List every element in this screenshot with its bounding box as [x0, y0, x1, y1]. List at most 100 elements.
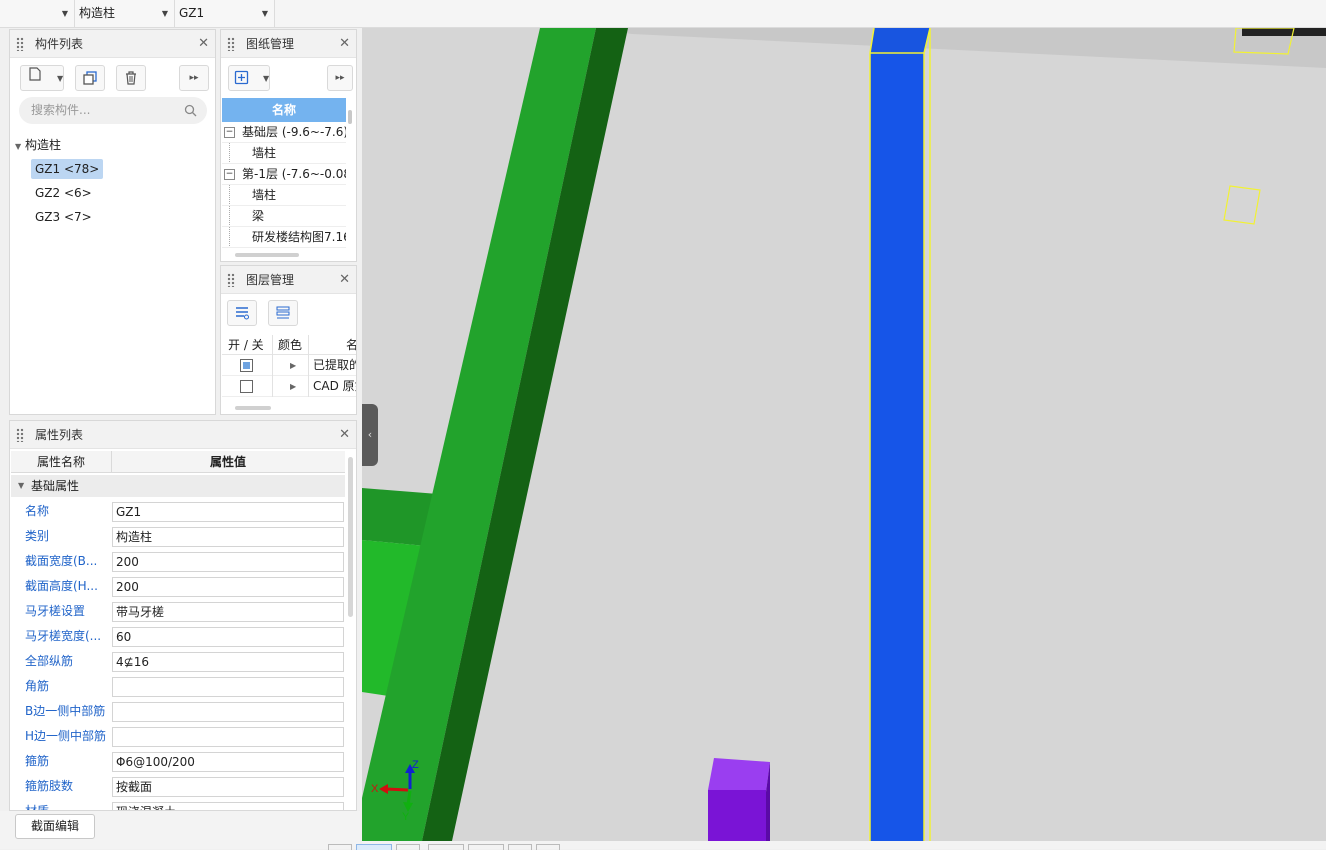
- component-item-gz3[interactable]: GZ3 <7>: [35, 207, 92, 227]
- double-arrow-right-icon: ▸▸: [189, 73, 199, 83]
- property-row: 箍筋 Φ6@100/200: [11, 749, 345, 774]
- drawing-row-floor[interactable]: − 基础层 (-9.6~-7.6): [222, 122, 346, 143]
- double-arrow-right-icon: ▸▸: [335, 73, 345, 83]
- component-item-gz1[interactable]: GZ1 <78>: [31, 159, 104, 179]
- more-button[interactable]: ▸▸: [327, 65, 353, 91]
- more-button[interactable]: ▸▸: [179, 65, 209, 91]
- section-edit-button[interactable]: 截面编辑: [15, 814, 95, 839]
- add-drawing-icon: [234, 70, 249, 85]
- property-value-field[interactable]: 带马牙槎: [112, 602, 344, 622]
- drawing-row-item[interactable]: 研发楼结构图7.16: [222, 227, 346, 248]
- scrollbar-horizontal[interactable]: [235, 406, 271, 410]
- expand-icon[interactable]: ▶: [290, 355, 296, 376]
- 3d-viewport[interactable]: Z X Y: [362, 28, 1326, 841]
- property-row: 截面宽度(B... 200: [11, 549, 345, 574]
- property-value-field[interactable]: 构造柱: [112, 527, 344, 547]
- panel-title: 构件列表: [35, 37, 84, 51]
- property-group-basic[interactable]: ▼ 基础属性: [11, 475, 345, 497]
- property-name: 类别: [25, 529, 50, 543]
- property-name: 全部纵筋: [25, 654, 74, 668]
- type-select[interactable]: 构造柱 ▼: [75, 0, 175, 27]
- property-group-label: 基础属性: [31, 479, 80, 493]
- drag-handle-icon[interactable]: [16, 428, 24, 442]
- property-value-field[interactable]: GZ1: [112, 502, 344, 522]
- drawing-row-label: 墙柱: [252, 188, 277, 202]
- property-value-field[interactable]: 200: [112, 552, 344, 572]
- filter-dropdown[interactable]: ▼: [0, 0, 75, 27]
- new-component-button[interactable]: ▼: [20, 65, 64, 91]
- component-item-gz2[interactable]: GZ2 <6>: [35, 183, 92, 203]
- property-value-field[interactable]: [112, 677, 344, 697]
- drag-handle-icon[interactable]: [227, 273, 235, 287]
- collapse-icon[interactable]: −: [224, 127, 235, 138]
- chevron-down-icon[interactable]: ▼: [57, 67, 63, 91]
- search-input[interactable]: 搜索构件...: [19, 97, 207, 124]
- delete-component-button[interactable]: [116, 65, 146, 91]
- close-icon[interactable]: ✕: [339, 421, 350, 449]
- property-row: H边一侧中部筋: [11, 724, 345, 749]
- close-icon[interactable]: ✕: [339, 266, 350, 294]
- expand-icon[interactable]: ▶: [290, 376, 296, 397]
- drawing-row-label: 梁: [252, 209, 265, 223]
- chevron-down-icon[interactable]: ▼: [263, 67, 269, 91]
- collapse-icon[interactable]: −: [224, 169, 235, 180]
- col-property-value: 属性值: [209, 455, 246, 469]
- drawing-row-item[interactable]: 墙柱: [222, 143, 346, 164]
- scrollbar-horizontal[interactable]: [235, 253, 299, 257]
- axis-label-y: Y: [402, 811, 410, 823]
- tree-category-label: 构造柱: [24, 138, 61, 152]
- layer-show-button[interactable]: [227, 300, 257, 326]
- property-value-field[interactable]: 按截面: [112, 777, 344, 797]
- status-tab[interactable]: [428, 844, 464, 850]
- name-select[interactable]: GZ1 ▼: [175, 0, 275, 27]
- status-tab[interactable]: [356, 844, 392, 850]
- property-value-field[interactable]: 200: [112, 577, 344, 597]
- scrollbar-vertical[interactable]: [348, 110, 352, 124]
- property-value-field[interactable]: [112, 727, 344, 747]
- drawing-row-item[interactable]: 墙柱: [222, 185, 346, 206]
- property-value-field[interactable]: [112, 702, 344, 722]
- layer-visible-checkbox[interactable]: [240, 380, 253, 393]
- status-tab[interactable]: [508, 844, 532, 850]
- status-tab[interactable]: [328, 844, 352, 850]
- panel-header[interactable]: 属性列表 ✕: [10, 421, 356, 449]
- new-file-icon: [29, 67, 41, 81]
- copy-component-button[interactable]: [75, 65, 105, 91]
- status-tab[interactable]: [468, 844, 504, 850]
- drawing-row-label: 第-1层 (-7.6~-0.08: [242, 167, 346, 181]
- drawing-row-label: 基础层 (-9.6~-7.6): [242, 125, 346, 139]
- collapse-panel-handle[interactable]: ‹: [362, 404, 378, 466]
- import-drawing-button[interactable]: ▼: [228, 65, 270, 91]
- component-item-label: GZ1 <78>: [35, 162, 100, 176]
- property-value-field[interactable]: Φ6@100/200: [112, 752, 344, 772]
- purple-column-top: [708, 758, 770, 792]
- property-value-field[interactable]: 60: [112, 627, 344, 647]
- drawing-row-floor[interactable]: − 第-1层 (-7.6~-0.08: [222, 164, 346, 185]
- panel-header[interactable]: 构件列表 ✕: [10, 30, 215, 58]
- close-icon[interactable]: ✕: [198, 30, 209, 58]
- panel-header[interactable]: 图纸管理 ✕: [221, 30, 356, 58]
- close-icon[interactable]: ✕: [339, 30, 350, 58]
- layer-visible-checkbox[interactable]: [240, 359, 253, 372]
- chevron-down-icon: ▼: [161, 9, 168, 18]
- layer-hide-button[interactable]: [268, 300, 298, 326]
- property-value-field[interactable]: 现浇混凝土: [112, 802, 344, 810]
- column-header-name[interactable]: 名称: [222, 98, 346, 122]
- status-tab[interactable]: [396, 844, 420, 850]
- panel-header[interactable]: 图层管理 ✕: [221, 266, 356, 294]
- tree-category-node[interactable]: ▼ 构造柱: [15, 135, 61, 155]
- chevron-down-icon: ▼: [261, 9, 268, 18]
- property-name: H边一侧中部筋: [25, 729, 107, 743]
- layer-row[interactable]: ▶ CAD 原如: [222, 376, 356, 397]
- scrollbar-vertical[interactable]: [348, 457, 353, 617]
- property-value-field[interactable]: 4⊈16: [112, 652, 344, 672]
- drawing-row-item[interactable]: 梁: [222, 206, 346, 227]
- property-row: B边一侧中部筋: [11, 699, 345, 724]
- property-list-panel: 属性列表 ✕ 属性名称 属性值 ▼ 基础属性 名称 GZ1 类别 构造柱 截面宽度(…: [9, 420, 357, 811]
- status-tab[interactable]: [536, 844, 560, 850]
- drag-handle-icon[interactable]: [16, 37, 24, 51]
- axis-label-z: Z: [412, 759, 419, 771]
- drag-handle-icon[interactable]: [227, 37, 235, 51]
- layer-row[interactable]: ▶ 已提取的: [222, 355, 356, 376]
- property-name: 名称: [25, 504, 50, 518]
